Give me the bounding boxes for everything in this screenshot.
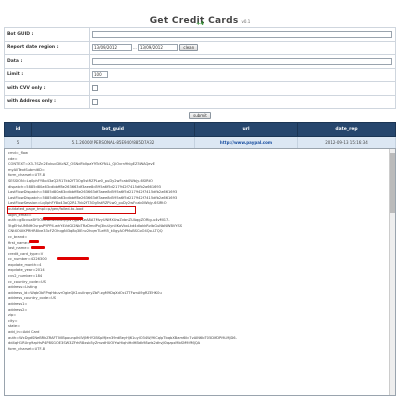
table-header-row: id bot_guid url date_rep xyxy=(4,122,396,137)
submit-button[interactable]: submit xyxy=(189,112,211,119)
column-header-date-rep[interactable]: date_rep xyxy=(297,122,396,137)
date-to-input[interactable]: 13/09/2012 xyxy=(137,44,178,52)
filter-form: Bot GUID : Report date region : 13/09/20… xyxy=(4,27,396,109)
table-row[interactable]: 5 5.1.26000!PERSONAL-85E940!885D7A32 htt… xyxy=(4,136,396,149)
cell-date-rep: 2012-09-13 15:16:34 xyxy=(297,136,396,149)
redaction-bar xyxy=(57,257,89,260)
results-table: id bot_guid url date_rep 5 5.1.26000!PER… xyxy=(4,122,396,149)
cvv-only-checkbox[interactable] xyxy=(92,85,98,91)
column-header-id[interactable]: id xyxy=(4,122,32,137)
column-header-url[interactable]: url xyxy=(194,122,298,137)
bot-guid-label: Bot GUID : xyxy=(4,27,90,42)
form-row-cvv: with CVV only : xyxy=(4,81,396,96)
data-dump-textarea[interactable]: cmd=_flow cde= CONTEXT=X3-7SZn2ExkucDKcNZ_… xyxy=(4,148,396,396)
redaction-bar xyxy=(29,240,39,243)
date-separator: ... xyxy=(133,45,137,51)
report-date-label: Report date region : xyxy=(4,40,90,55)
form-row-report-date: Report date region : 13/09/2012... 13/09/… xyxy=(4,40,396,55)
redaction-bar xyxy=(31,246,45,249)
scrollbar-thumb[interactable] xyxy=(390,153,395,213)
cvv-only-label: with CVV only : xyxy=(4,81,90,96)
data-input[interactable] xyxy=(92,57,392,65)
page: Get Credit Cards v0.1 +4 Bot GUID : Repor… xyxy=(0,0,400,400)
bot-guid-input[interactable] xyxy=(92,30,392,38)
redaction-bar xyxy=(43,217,83,220)
data-label: Data : xyxy=(4,54,90,69)
highlight-outline xyxy=(7,206,136,214)
form-row-limit: Limit : 100 xyxy=(4,67,396,82)
limit-input[interactable]: 100 xyxy=(92,71,108,79)
limit-label: Limit : xyxy=(4,67,90,82)
cell-bot-guid: 5.1.26000!PERSONAL-85E940!885D7A32 xyxy=(31,136,195,149)
form-row-data: Data : xyxy=(4,54,396,69)
data-dump-content: cmd=_flow cde= CONTEXT=X3-7SZn2ExkucDKcNZ_… xyxy=(5,149,395,354)
clean-button[interactable]: clean xyxy=(179,44,199,52)
cell-url[interactable]: http://www.paypal.com xyxy=(194,136,298,149)
cell-id: 5 xyxy=(4,136,32,149)
column-header-bot-guid[interactable]: bot_guid xyxy=(31,122,195,137)
address-only-checkbox[interactable] xyxy=(92,98,98,105)
dump-line: form_charset=UTF-8 xyxy=(8,346,46,351)
date-from-input[interactable]: 13/09/2012 xyxy=(92,44,132,52)
form-row-bot-guid: Bot GUID : xyxy=(4,27,396,42)
